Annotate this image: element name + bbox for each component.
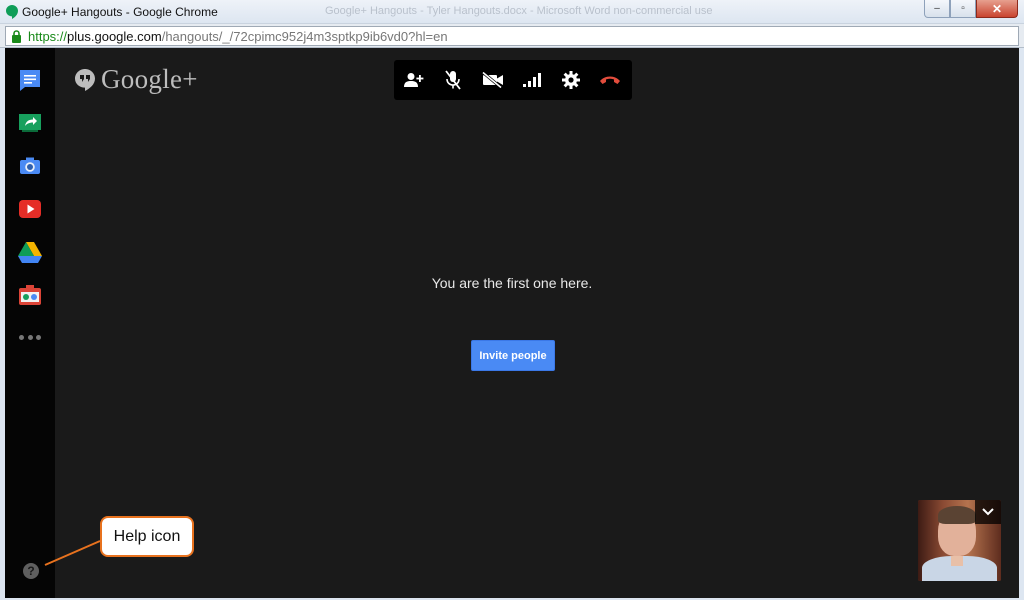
apps-sidebar: ? — [5, 48, 55, 598]
chat-icon[interactable] — [18, 68, 42, 92]
help-icon[interactable]: ? — [23, 563, 39, 579]
minimize-button[interactable]: – — [924, 0, 950, 18]
call-toolbar — [394, 60, 632, 100]
url-path: /hangouts/_/72cpimc952j4m3sptkp9ib6vd0?h… — [161, 29, 448, 44]
browser-toolbar: https://plus.google.com/hangouts/_/72cpi… — [0, 24, 1024, 48]
more-icon[interactable] — [19, 332, 41, 342]
chevron-down-icon[interactable] — [975, 500, 1001, 524]
hangouts-logo-icon — [75, 68, 95, 91]
settings-icon[interactable] — [559, 68, 583, 92]
window-titlebar: Google+ Hangouts - Google Chrome Google+… — [0, 0, 1024, 24]
drive-icon[interactable] — [18, 240, 42, 264]
invite-people-button[interactable]: Invite people — [471, 340, 555, 371]
brand-name: Google+ — [101, 64, 198, 94]
empty-room-message: You are the first one here. — [431, 275, 593, 291]
help-icon-callout: Help icon — [100, 516, 194, 557]
self-video-preview — [918, 500, 1001, 581]
hang-up-icon[interactable] — [598, 68, 622, 92]
close-button[interactable]: ✕ — [976, 0, 1018, 18]
url-host: plus.google.com — [67, 29, 162, 44]
url-scheme: https:// — [28, 29, 68, 44]
google-plus-logo: Google+ — [75, 64, 198, 95]
bandwidth-icon[interactable] — [520, 68, 544, 92]
youtube-icon[interactable] — [18, 197, 42, 221]
url-text[interactable]: https://plus.google.com/hangouts/_/72cpi… — [28, 29, 448, 44]
maximize-button[interactable]: ▫ — [950, 0, 976, 18]
lock-icon — [12, 30, 21, 43]
video-person-neck — [951, 556, 963, 566]
camera-icon[interactable] — [18, 154, 42, 178]
window-border-right — [1019, 48, 1024, 598]
address-bar[interactable]: https://plus.google.com/hangouts/_/72cpi… — [5, 26, 1019, 46]
window-title: Google+ Hangouts - Google Chrome — [22, 5, 218, 19]
mute-mic-icon[interactable] — [441, 68, 465, 92]
video-person-hair — [938, 506, 976, 524]
screenshare-icon[interactable] — [18, 111, 42, 135]
video-off-icon[interactable] — [481, 68, 505, 92]
invite-person-icon[interactable] — [402, 68, 426, 92]
window-controls: – ▫ ✕ — [924, 0, 1018, 18]
hangouts-app-icon — [6, 5, 18, 19]
background-window-title: Google+ Hangouts - Tyler Hangouts.docx -… — [325, 5, 713, 17]
